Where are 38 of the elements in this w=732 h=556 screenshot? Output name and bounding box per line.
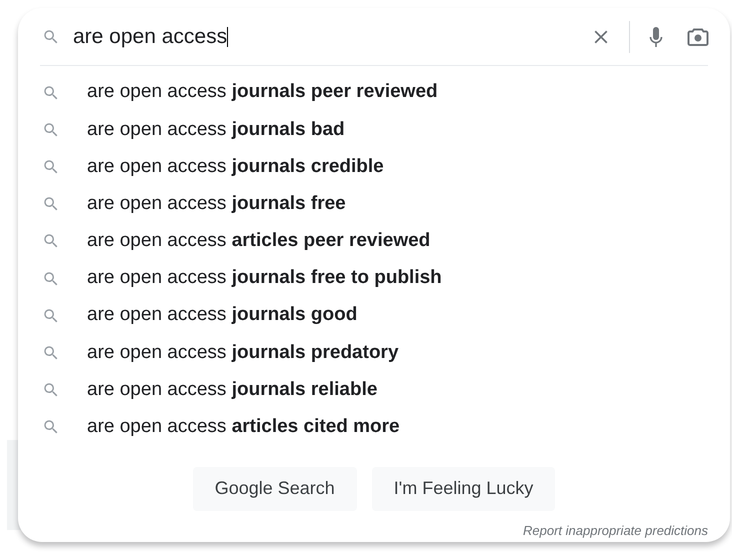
search-icon (42, 344, 60, 362)
suggestion-text: are open access journals good (87, 303, 358, 328)
microphone-icon (648, 24, 664, 48)
suggestion-item[interactable]: are open access articles cited more (18, 408, 730, 446)
search-icon (42, 84, 60, 102)
suggestion-item[interactable]: are open access journals peer reviewed (18, 74, 730, 112)
camera-icon (687, 26, 709, 46)
suggestion-item[interactable]: are open access journals free to publish (18, 260, 730, 298)
search-icon (42, 306, 60, 325)
suggestion-item[interactable]: are open access journals free (18, 186, 730, 223)
suggestion-text: are open access journals predatory (87, 340, 399, 365)
search-icon (42, 195, 60, 214)
report-link[interactable]: Report inappropriate predictions (523, 520, 708, 540)
suggestion-text: are open access journals credible (87, 154, 384, 179)
text-cursor (227, 26, 228, 46)
suggestion-item[interactable]: are open access journals bad (18, 111, 730, 148)
suggestion-text: are open access journals free (87, 192, 346, 216)
search-icon (42, 120, 60, 139)
suggestion-text: are open access journals free to publish (87, 266, 442, 290)
suggestion-text: are open access journals peer reviewed (87, 80, 438, 104)
search-input[interactable]: are open access (73, 20, 587, 52)
suggestion-text: are open access journals reliable (87, 378, 378, 402)
search-button[interactable]: I'm Feeling Lucky (372, 466, 556, 511)
search-button[interactable]: Google Search (192, 466, 357, 511)
suggestion-item[interactable]: are open access journals reliable (18, 372, 730, 409)
suggestion-text: are open access journals bad (87, 118, 345, 142)
suggestion-text: are open access articles peer reviewed (87, 229, 430, 254)
search-icon (42, 418, 60, 436)
search-icon (42, 28, 60, 46)
suggestion-item[interactable]: are open access journals credible (18, 148, 730, 186)
search-icon (42, 270, 60, 288)
search-icon (42, 381, 60, 400)
suggestion-item[interactable]: are open access articles peer reviewed (18, 222, 730, 260)
search-icon (42, 232, 60, 250)
search-icon (42, 158, 60, 176)
suggestion-item[interactable]: are open access journals good (18, 297, 730, 334)
suggestion-item[interactable]: are open access journals predatory (18, 334, 730, 372)
suggestion-text: are open access articles cited more (87, 415, 400, 440)
